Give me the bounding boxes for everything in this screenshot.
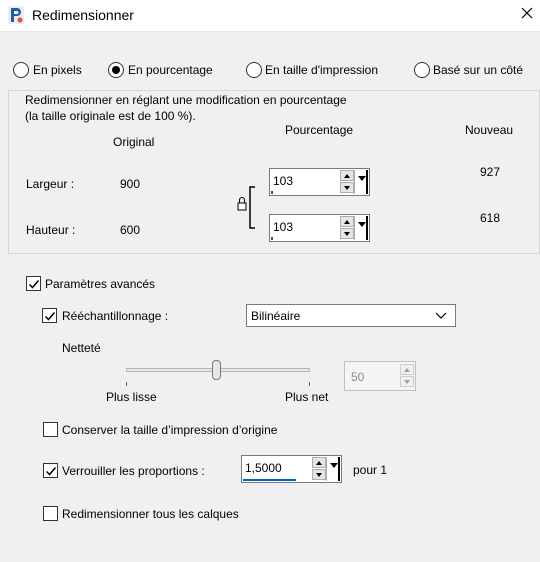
width-label: Largeur : xyxy=(26,177,75,191)
chevron-down-icon xyxy=(435,312,447,319)
ratio-value[interactable]: 1,5000 xyxy=(245,461,282,475)
radio-en-taille-impression-label[interactable]: En taille d'impression xyxy=(265,63,378,77)
keep-print-size-label[interactable]: Conserver la taille d’impression d’origi… xyxy=(62,423,277,437)
height-original-value: 600 xyxy=(120,223,141,237)
group-description-line2: (la taille originale est de 100 %). xyxy=(25,109,196,123)
height-percent-up-button[interactable] xyxy=(340,216,354,227)
check-icon xyxy=(28,280,40,289)
height-percent-arrows xyxy=(340,216,354,240)
ratio-focus-underline xyxy=(243,479,296,481)
width-percent-stepper[interactable]: 103 xyxy=(269,168,370,196)
window-title: Redimensionner xyxy=(32,7,134,23)
height-percent-value[interactable]: 103 xyxy=(273,220,293,234)
lock-ratio-label[interactable]: Verrouiller les proportions : xyxy=(62,464,205,478)
sharpness-down-button[interactable] xyxy=(400,376,414,387)
resample-method-value[interactable]: Bilinéaire xyxy=(251,309,300,323)
text-caret xyxy=(271,237,273,240)
group-description-line1: Redimensionner en réglant une modificati… xyxy=(25,93,347,107)
column-header-percentage: Pourcentage xyxy=(285,123,354,137)
sharpness-min-label: Plus lisse xyxy=(106,390,157,404)
height-percent-stepper[interactable]: 103 xyxy=(269,214,370,242)
width-percent-down-button[interactable] xyxy=(340,182,354,193)
lock-bracket-icon xyxy=(237,186,255,229)
radio-base-sur-un-cote[interactable] xyxy=(414,62,430,78)
radio-base-sur-un-cote-label[interactable]: Basé sur un côté xyxy=(433,63,523,77)
resample-method-dropdown[interactable]: Bilinéaire xyxy=(246,304,456,327)
resize-all-layers-label[interactable]: Redimensionner tous les calques xyxy=(62,507,239,521)
ratio-dropdown-button[interactable] xyxy=(326,457,340,481)
radio-en-taille-impression[interactable] xyxy=(246,62,262,78)
height-percent-dropdown-button[interactable] xyxy=(354,216,368,240)
slider-tick-min xyxy=(126,382,127,386)
paintshop-app-icon xyxy=(8,6,24,24)
advanced-settings-checkbox[interactable] xyxy=(26,276,41,291)
check-icon xyxy=(45,467,57,476)
width-percent-up-button[interactable] xyxy=(340,170,354,181)
slider-tick-max xyxy=(309,382,310,386)
width-percent-value[interactable]: 103 xyxy=(273,174,293,188)
keep-print-size-checkbox[interactable] xyxy=(43,422,58,437)
column-header-new: Nouveau xyxy=(465,123,514,137)
width-percent-arrows xyxy=(340,170,354,194)
width-original-value: 900 xyxy=(120,177,141,191)
lock-ratio-checkbox[interactable] xyxy=(43,463,58,478)
ratio-suffix: pour 1 xyxy=(353,463,388,477)
check-icon xyxy=(44,312,56,321)
sharpness-slider-thumb[interactable] xyxy=(212,360,221,380)
sharpness-label: Netteté xyxy=(62,341,101,355)
radio-en-pixels[interactable] xyxy=(13,62,29,78)
close-icon[interactable] xyxy=(520,6,534,20)
width-percent-dropdown-button[interactable] xyxy=(354,170,368,194)
column-header-original: Original xyxy=(113,135,155,149)
resize-all-layers-checkbox[interactable] xyxy=(43,506,58,521)
title-bar: Redimensionner xyxy=(0,0,540,32)
sharpness-arrows xyxy=(400,364,414,388)
radio-en-pourcentage-label[interactable]: En pourcentage xyxy=(128,63,213,77)
radio-en-pixels-label[interactable]: En pixels xyxy=(33,63,82,77)
text-caret xyxy=(271,191,273,194)
ratio-arrows xyxy=(312,457,326,481)
ratio-up-button[interactable] xyxy=(312,457,326,468)
ratio-down-button[interactable] xyxy=(312,469,326,480)
sharpness-value-stepper[interactable]: 50 xyxy=(344,361,416,391)
advanced-settings-label[interactable]: Paramètres avancés xyxy=(45,277,155,291)
height-label: Hauteur : xyxy=(26,223,76,237)
width-new-value: 927 xyxy=(480,165,501,179)
radio-en-pourcentage[interactable] xyxy=(108,62,124,78)
sharpness-value[interactable]: 50 xyxy=(351,370,364,384)
height-percent-down-button[interactable] xyxy=(340,228,354,239)
resample-checkbox[interactable] xyxy=(42,308,57,323)
ratio-stepper[interactable]: 1,5000 xyxy=(241,455,342,483)
resample-label[interactable]: Rééchantillonnage : xyxy=(62,309,168,323)
sharpness-up-button[interactable] xyxy=(400,364,414,375)
sharpness-max-label: Plus net xyxy=(285,390,329,404)
height-new-value: 618 xyxy=(480,211,501,225)
